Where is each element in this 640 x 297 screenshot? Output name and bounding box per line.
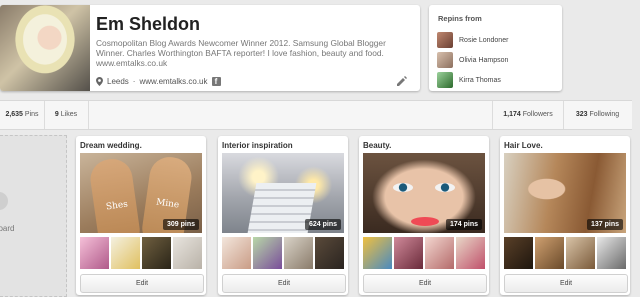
board-thumbnail[interactable] — [111, 237, 140, 269]
plus-icon — [0, 192, 8, 210]
board-edit-button[interactable]: Edit — [222, 274, 346, 293]
profile-location: Leeds — [107, 77, 129, 86]
board-cover-image[interactable]: 174 pins — [363, 153, 485, 233]
lips — [411, 217, 439, 226]
avatar — [437, 52, 453, 68]
profile-avatar[interactable] — [0, 5, 90, 91]
board-pin-count: 309 pins — [162, 219, 199, 230]
repin-user[interactable]: Kirra Thomas — [437, 72, 501, 88]
board-thumbnails — [80, 237, 202, 269]
board-pin-count: 137 pins — [586, 219, 623, 230]
create-board-label: board — [0, 224, 15, 233]
repins-card: Repins from Rosie Londoner Olivia Hampso… — [429, 5, 562, 91]
board-card[interactable]: Interior inspiration 624 pins Edit — [218, 136, 348, 295]
board-card[interactable]: Beauty. 174 pins Edit — [359, 136, 489, 295]
pins-count: 2,635 — [5, 111, 23, 118]
facebook-icon[interactable]: f — [211, 77, 221, 86]
board-thumbnail[interactable] — [504, 237, 533, 269]
board-thumbnails — [504, 237, 626, 269]
likes-count: 9 — [54, 111, 59, 118]
following-count: 323 — [575, 111, 588, 118]
board-cover-image[interactable]: 624 pins — [222, 153, 344, 233]
tab-followers[interactable]: 1,174 Followers — [492, 101, 564, 129]
followers-count: 1,174 — [503, 111, 521, 118]
repins-title: Repins from — [438, 14, 482, 23]
followers-label: Followers — [522, 111, 553, 118]
board-title: Hair Love. — [504, 141, 543, 150]
board-thumbnail[interactable] — [535, 237, 564, 269]
shoe-sole-left — [87, 156, 143, 233]
board-pin-count: 174 pins — [445, 219, 482, 230]
repin-user[interactable]: Olivia Hampson — [437, 52, 508, 68]
create-board-tile[interactable]: board — [0, 135, 67, 297]
avatar — [437, 32, 453, 48]
repin-user-name: Rosie Londoner — [459, 36, 509, 44]
board-thumbnail[interactable] — [80, 237, 109, 269]
eye-right — [435, 183, 455, 192]
repin-user-name: Kirra Thomas — [459, 76, 501, 84]
board-thumbnail[interactable] — [142, 237, 171, 269]
board-edit-button[interactable]: Edit — [504, 274, 628, 293]
board-thumbnail[interactable] — [425, 237, 454, 269]
board-card[interactable]: Dream wedding. Shes Mine 309 pins Edit — [76, 136, 206, 295]
profile-name: Em Sheldon — [96, 14, 201, 34]
profile-website-link[interactable]: www.emtalks.co.uk — [139, 77, 207, 86]
board-thumbnail[interactable] — [394, 237, 423, 269]
board-thumbnail[interactable] — [173, 237, 202, 269]
board-cover-image[interactable]: Shes Mine 309 pins — [80, 153, 202, 233]
tab-likes[interactable]: 9 Likes — [44, 101, 89, 129]
board-thumbnail[interactable] — [363, 237, 392, 269]
board-thumbnail[interactable] — [222, 237, 251, 269]
eye-left — [393, 183, 413, 192]
profile-stats-bar: 2,635 Pins 9 Likes 1,174 Followers 323 F… — [0, 100, 632, 130]
board-pin-count: 624 pins — [304, 219, 341, 230]
board-thumbnail[interactable] — [284, 237, 313, 269]
board-title: Dream wedding. — [80, 141, 142, 150]
profile-bio: Cosmopolitan Blog Awards Newcomer Winner… — [96, 38, 386, 68]
board-thumbnail[interactable] — [456, 237, 485, 269]
board-thumbnail[interactable] — [597, 237, 626, 269]
board-card[interactable]: Hair Love. 137 pins Edit — [500, 136, 630, 295]
pencil-icon[interactable] — [396, 75, 408, 87]
board-thumbnail[interactable] — [566, 237, 595, 269]
board-edit-button[interactable]: Edit — [80, 274, 204, 293]
board-thumbnail[interactable] — [253, 237, 282, 269]
board-thumbnail[interactable] — [315, 237, 344, 269]
board-thumbnails — [222, 237, 344, 269]
avatar — [437, 72, 453, 88]
likes-label: Likes — [60, 111, 78, 118]
following-label: Following — [589, 111, 620, 118]
map-pin-icon — [96, 77, 103, 86]
tab-following[interactable]: 323 Following — [563, 101, 632, 129]
repin-user[interactable]: Rosie Londoner — [437, 32, 508, 48]
board-edit-button[interactable]: Edit — [363, 274, 487, 293]
board-title: Interior inspiration — [222, 141, 293, 150]
pins-label: Pins — [24, 111, 39, 118]
repin-user-name: Olivia Hampson — [459, 56, 509, 64]
profile-location-row: Leeds · www.emtalks.co.uk f — [96, 77, 221, 86]
tab-pins[interactable]: 2,635 Pins — [0, 101, 45, 129]
board-cover-image[interactable]: 137 pins — [504, 153, 626, 233]
separator: · — [132, 77, 136, 86]
profile-card: Em Sheldon Cosmopolitan Blog Awards Newc… — [0, 5, 420, 91]
board-title: Beauty. — [363, 141, 392, 150]
board-thumbnails — [363, 237, 485, 269]
